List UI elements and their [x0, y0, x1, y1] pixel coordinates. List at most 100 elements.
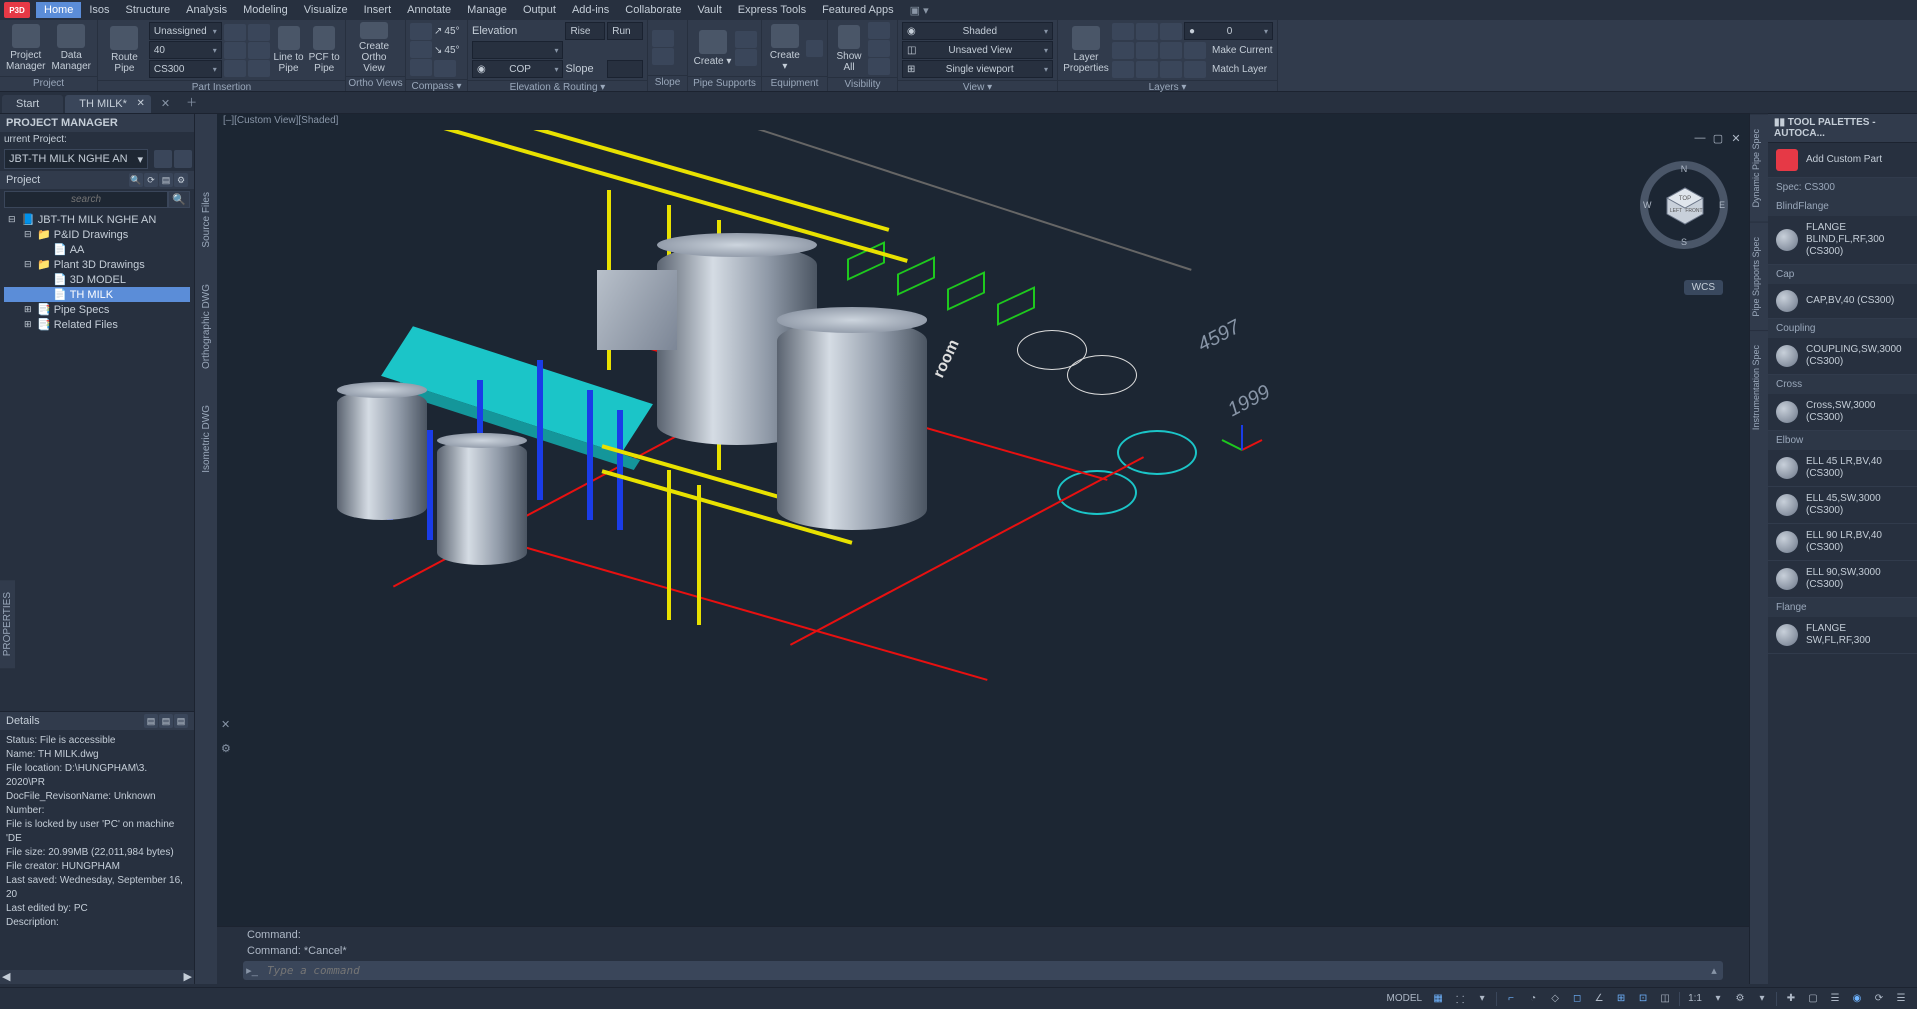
layer-btn[interactable]	[1112, 61, 1134, 78]
slope-btn[interactable]	[652, 48, 674, 65]
maximize-icon[interactable]: ▢	[1711, 132, 1725, 146]
layer-dropdown[interactable]: ● 0▾	[1184, 22, 1273, 40]
doctab[interactable]: Start	[2, 95, 63, 113]
sb-btn[interactable]: ▾	[1472, 990, 1492, 1008]
sb-ortho-icon[interactable]: ⌐	[1501, 990, 1521, 1008]
angle-1[interactable]: ↗ 45°	[434, 22, 460, 40]
compass-btn[interactable]	[410, 41, 432, 58]
new-tab-button[interactable]: ✕	[153, 94, 178, 113]
small-btn[interactable]	[248, 42, 270, 59]
details-icon[interactable]: ▤	[159, 714, 173, 728]
sidetab-ortho[interactable]: Orthographic DWG	[199, 266, 214, 387]
tank-large-2[interactable]	[777, 320, 927, 530]
wcs-badge[interactable]: WCS	[1684, 280, 1723, 295]
layer-btn[interactable]	[1184, 61, 1206, 78]
search-button[interactable]: 🔍	[168, 191, 190, 208]
search-input[interactable]	[4, 191, 168, 208]
add-custom-part-button[interactable]: Add Custom Part	[1768, 143, 1917, 178]
match-layer-button[interactable]: Match Layer	[1212, 64, 1267, 75]
add-tab-button[interactable]: ＋	[178, 91, 205, 113]
small-btn[interactable]	[224, 60, 246, 77]
close-icon[interactable]: ✕	[1729, 132, 1743, 146]
pm-scrollbar[interactable]: ◀▶	[0, 970, 194, 984]
create-ortho-button[interactable]: Create Ortho View	[350, 22, 398, 74]
panel-title[interactable]: Elevation & Routing ▾	[468, 80, 647, 93]
layer-properties-button[interactable]: Layer Properties	[1062, 24, 1110, 76]
menu-home[interactable]: Home	[36, 2, 81, 18]
sb-btn[interactable]: ⟳	[1869, 990, 1889, 1008]
elevation-input[interactable]: ▾	[472, 41, 563, 59]
layer-btn[interactable]	[1184, 42, 1206, 59]
menu-collaborate[interactable]: Collaborate	[617, 2, 689, 18]
sb-btn[interactable]: ☰	[1825, 990, 1845, 1008]
small-btn[interactable]	[224, 42, 246, 59]
support-btn[interactable]	[735, 31, 757, 48]
show-all-button[interactable]: Show All	[832, 23, 866, 75]
palette-item[interactable]: COUPLING,SW,3000 (CS300)	[1768, 338, 1917, 375]
cmd-close-icon[interactable]: ✕	[221, 718, 230, 731]
sb-grid-icon[interactable]: ▦	[1428, 990, 1448, 1008]
menu-visualize[interactable]: Visualize	[296, 2, 356, 18]
layer-btn[interactable]	[1136, 23, 1158, 40]
refresh-icon[interactable]: ⟳	[144, 173, 158, 187]
small-btn[interactable]	[248, 60, 270, 77]
layer-btn[interactable]	[1160, 23, 1182, 40]
slope-input[interactable]	[607, 60, 643, 78]
run-button[interactable]: Run	[607, 22, 643, 40]
vis-btn[interactable]	[868, 22, 890, 39]
pcf-to-pipe-button[interactable]: PCF to Pipe	[307, 24, 341, 76]
details-icon[interactable]: ▤	[174, 714, 188, 728]
palette-item[interactable]: ELL 45,SW,3000 (CS300)	[1768, 487, 1917, 524]
tree-item[interactable]: ⊞📑Related Files	[4, 317, 190, 332]
make-current-button[interactable]: Make Current	[1212, 45, 1273, 56]
menubar-search-icon[interactable]: ▣ ▾	[910, 4, 929, 17]
create-equipment-button[interactable]: Create ▾	[766, 22, 804, 74]
vis-btn[interactable]	[868, 40, 890, 57]
menu-structure[interactable]: Structure	[118, 2, 179, 18]
palette-item[interactable]: ELL 90 LR,BV,40 (CS300)	[1768, 524, 1917, 561]
sidetab-iso[interactable]: Isometric DWG	[199, 387, 214, 491]
sb-btn[interactable]: ∠	[1589, 990, 1609, 1008]
settings-icon[interactable]: ⚙	[174, 173, 188, 187]
palette-tab-instrumentation[interactable]: Instrumentation Spec	[1750, 330, 1768, 444]
viewcube[interactable]: N E S W TOP LEFT FRONT	[1639, 160, 1729, 250]
sidetab-source[interactable]: Source Files	[199, 174, 214, 266]
menu-insert[interactable]: Insert	[356, 2, 400, 18]
sb-btn[interactable]: ◉	[1847, 990, 1867, 1008]
layer-btn[interactable]	[1160, 61, 1182, 78]
viewport-canvas[interactable]: — ▢ ✕ N E S W TOP LEFT FRONT	[217, 130, 1749, 926]
compass-btn[interactable]	[410, 59, 432, 76]
sb-snap-icon[interactable]: ⸬	[1450, 990, 1470, 1008]
sb-btn[interactable]: ⊞	[1611, 990, 1631, 1008]
cop-dropdown[interactable]: ◉ COP▾	[472, 60, 563, 78]
menu-featured-apps[interactable]: Featured Apps	[814, 2, 902, 18]
sb-osnap-icon[interactable]: ◻	[1567, 990, 1587, 1008]
menu-analysis[interactable]: Analysis	[178, 2, 235, 18]
copy-icon[interactable]	[174, 150, 192, 168]
layer-btn[interactable]	[1160, 42, 1182, 59]
box-equipment[interactable]	[597, 270, 677, 350]
compass-btn[interactable]	[410, 23, 432, 40]
equip-btn[interactable]	[806, 40, 823, 57]
menu-output[interactable]: Output	[515, 2, 564, 18]
viewport[interactable]: [–][Custom View][Shaded] — ▢ ✕ N E S W T…	[217, 114, 1749, 984]
viewport-header[interactable]: [–][Custom View][Shaded]	[217, 114, 1749, 130]
palette-item[interactable]: CAP,BV,40 (CS300)	[1768, 284, 1917, 319]
filter-icon[interactable]: ▤	[159, 173, 173, 187]
unassigned-dropdown[interactable]: Unassigned▾	[149, 22, 222, 40]
doctab[interactable]: TH MILK*✕	[65, 95, 151, 113]
project-manager-button[interactable]: Project Manager	[4, 22, 48, 74]
command-input[interactable]	[261, 961, 1705, 980]
tank-small-2[interactable]	[437, 440, 527, 565]
layer-btn[interactable]	[1112, 23, 1134, 40]
layer-btn[interactable]	[1112, 42, 1134, 59]
print-icon[interactable]	[154, 150, 172, 168]
tree-item[interactable]: ⊟📁P&ID Drawings	[4, 227, 190, 242]
tree-item[interactable]: 📄3D MODEL	[4, 272, 190, 287]
sb-btn[interactable]: ▾	[1752, 990, 1772, 1008]
small-btn[interactable]	[224, 24, 246, 41]
sb-btn[interactable]: ▢	[1803, 990, 1823, 1008]
data-manager-button[interactable]: Data Manager	[50, 22, 94, 74]
tree-item[interactable]: ⊞📑Pipe Specs	[4, 302, 190, 317]
menu-isos[interactable]: Isos	[81, 2, 117, 18]
